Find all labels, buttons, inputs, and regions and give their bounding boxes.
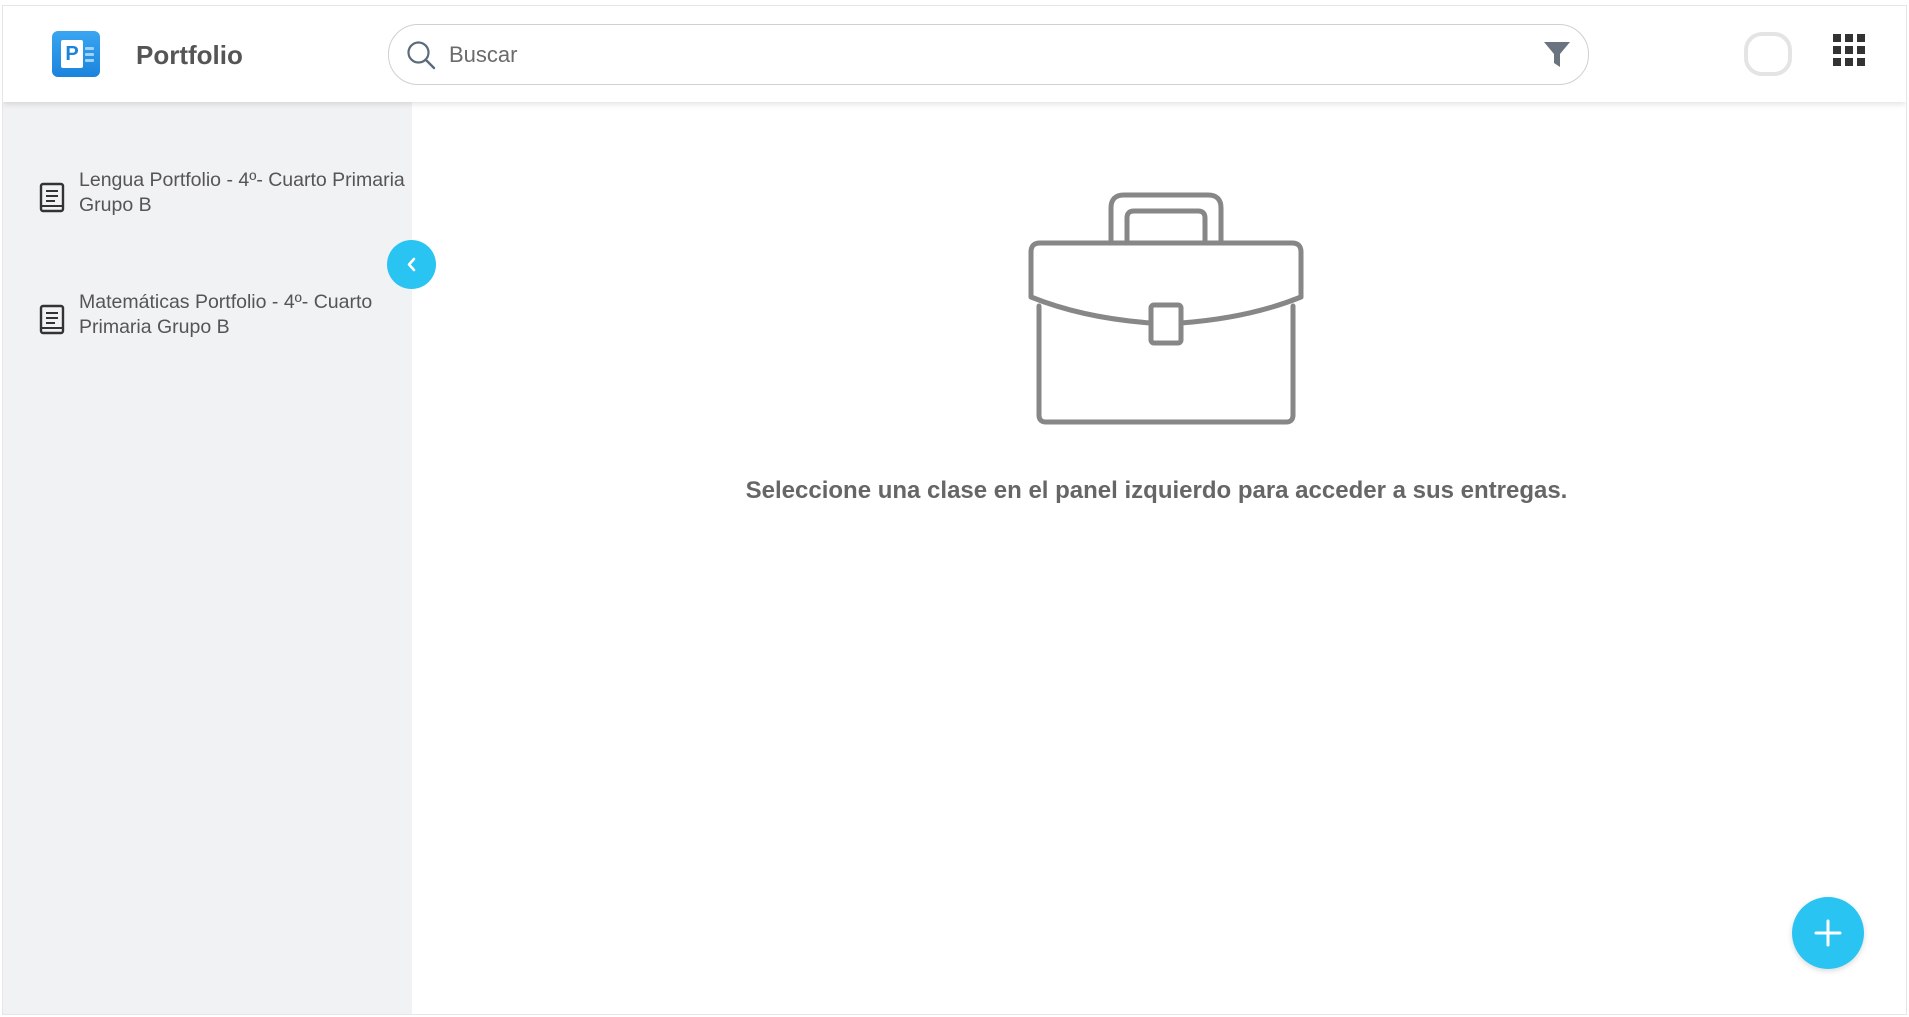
apps-grid-icon[interactable] bbox=[1833, 34, 1865, 66]
logo-letter: P bbox=[61, 40, 83, 68]
sidebar-item-matematicas[interactable]: Matemáticas Portfolio - 4º- Cuarto Prima… bbox=[3, 290, 412, 370]
chevron-left-icon bbox=[407, 257, 416, 272]
app-window: P Portfolio Buscar Lengua Portfolio - 4º… bbox=[2, 5, 1907, 1015]
avatar[interactable] bbox=[1744, 32, 1792, 76]
book-icon bbox=[39, 182, 65, 213]
search-input[interactable] bbox=[449, 37, 1509, 73]
sidebar-item-lengua[interactable]: Lengua Portfolio - 4º- Cuarto Primaria G… bbox=[3, 168, 412, 248]
sidebar: Lengua Portfolio - 4º- Cuarto Primaria G… bbox=[3, 102, 412, 1014]
app-title: Portfolio bbox=[136, 40, 243, 70]
top-bar: P Portfolio bbox=[3, 6, 1906, 102]
briefcase-icon bbox=[1028, 192, 1304, 425]
collapse-sidebar-button[interactable] bbox=[387, 240, 436, 289]
filter-icon[interactable] bbox=[1543, 40, 1571, 70]
search-bar bbox=[388, 24, 1589, 85]
sidebar-item-label: Matemáticas Portfolio - 4º- Cuarto Prima… bbox=[79, 291, 373, 338]
portfolio-logo[interactable]: P bbox=[52, 31, 100, 77]
plus-icon bbox=[1814, 919, 1842, 947]
main-content: Seleccione una clase en el panel izquier… bbox=[412, 102, 1906, 1014]
search-icon[interactable] bbox=[406, 40, 436, 70]
add-button[interactable] bbox=[1792, 897, 1864, 969]
book-icon bbox=[39, 304, 65, 335]
empty-state-message: Seleccione una clase en el panel izquier… bbox=[745, 477, 1568, 504]
sidebar-item-label: Lengua Portfolio - 4º- Cuarto Primaria G… bbox=[79, 169, 405, 216]
logo-bars bbox=[85, 47, 94, 63]
